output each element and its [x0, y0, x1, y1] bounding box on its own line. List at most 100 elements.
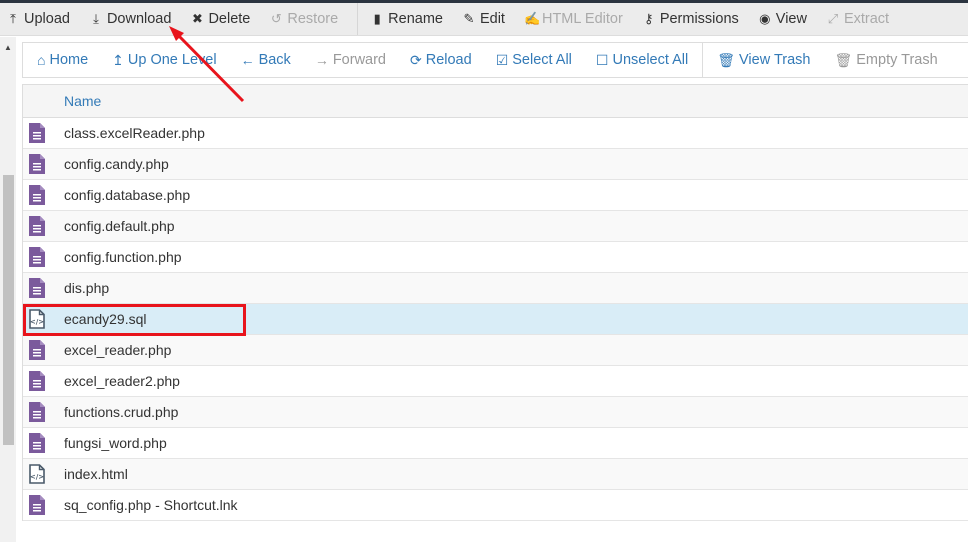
trash-icon: 🗑	[717, 51, 736, 68]
file-table: Name class.excelReader.php config.candy.p…	[22, 84, 968, 521]
toolbar-separator	[357, 3, 359, 35]
file-name[interactable]: config.candy.php	[64, 156, 169, 172]
column-header-label[interactable]: Name	[64, 93, 101, 109]
expand-icon: ⤢	[827, 11, 839, 26]
edit-button[interactable]: ✎ Edit	[456, 3, 518, 35]
file-icon: ▮	[373, 11, 381, 26]
file-name[interactable]: config.function.php	[64, 249, 182, 265]
view-button[interactable]: ◉ View	[752, 3, 820, 35]
file-row[interactable]: functions.crud.php	[23, 397, 968, 428]
arrow-right-icon: →	[314, 52, 329, 68]
file-row[interactable]: config.database.php	[23, 180, 968, 211]
unselect-all-button[interactable]: ☐ Unselect All	[596, 52, 688, 69]
button-label: Extract	[843, 11, 890, 27]
arrow-left-icon: ←	[240, 52, 255, 68]
up-one-level-button[interactable]: ↥ Up One Level	[112, 52, 216, 69]
checkbox-checked-icon: ☑	[495, 51, 509, 68]
navigation-bar: ⌂ Home ↥ Up One Level ← Back → Forward ⟳ Reload ☑ S…	[22, 42, 968, 78]
upload-icon: ⤒	[10, 11, 16, 26]
button-label: Edit	[479, 11, 505, 27]
button-label: Rename	[388, 11, 443, 27]
close-icon: ✖	[192, 11, 203, 26]
text-file-icon	[29, 123, 45, 143]
key-icon: ⚷	[644, 11, 654, 26]
button-label: Unselect All	[612, 52, 689, 68]
file-row[interactable]: class.excelReader.php	[23, 118, 968, 149]
button-label: Up One Level	[127, 52, 217, 68]
select-all-button[interactable]: ☑ Select All	[496, 52, 572, 69]
file-name[interactable]: class.excelReader.php	[64, 125, 205, 141]
text-file-icon	[29, 154, 45, 174]
permissions-button[interactable]: ⚷ Permissions	[636, 3, 752, 35]
button-label: Home	[49, 52, 89, 68]
checkbox-empty-icon: ☐	[595, 51, 609, 68]
edit-square-icon: ✍	[523, 11, 541, 26]
file-name[interactable]: dis.php	[64, 280, 109, 296]
delete-button[interactable]: ✖ Delete	[184, 3, 263, 35]
trash-icon: 🗑	[834, 51, 853, 68]
button-label: Reload	[425, 52, 472, 68]
text-file-icon	[29, 247, 45, 267]
file-row[interactable]: config.default.php	[23, 211, 968, 242]
pencil-icon: ✎	[463, 11, 475, 26]
file-row[interactable]: excel_reader2.php	[23, 366, 968, 397]
file-name[interactable]: excel_reader2.php	[64, 373, 180, 389]
file-toolbar: ⤒ Upload ⤓ Download ✖ Delete ↺ Restore ▮ Rename ✎ E…	[0, 3, 968, 36]
eye-icon: ◉	[759, 11, 771, 26]
file-row[interactable]: </> index.html	[23, 459, 968, 490]
file-name[interactable]: config.default.php	[64, 218, 175, 234]
view-trash-button[interactable]: 🗑 View Trash	[717, 52, 810, 69]
extract-button[interactable]: ⤢ Extract	[820, 3, 902, 35]
button-label: Forward	[332, 52, 386, 68]
code-file-icon: </>	[29, 464, 45, 484]
file-row[interactable]: dis.php	[23, 273, 968, 304]
home-button[interactable]: ⌂ Home	[37, 52, 88, 68]
text-file-icon	[29, 495, 45, 515]
left-scrollbar[interactable]: ▲	[0, 37, 16, 542]
nav-separator	[702, 43, 704, 77]
file-name[interactable]: index.html	[64, 466, 128, 482]
scroll-up-icon[interactable]: ▲	[4, 43, 12, 52]
file-row[interactable]: fungsi_word.php	[23, 428, 968, 459]
text-file-icon	[29, 278, 45, 298]
button-label: Empty Trash	[856, 52, 938, 68]
empty-trash-button[interactable]: 🗑 Empty Trash	[834, 52, 937, 69]
button-label: View Trash	[739, 52, 811, 68]
scrollbar-thumb[interactable]	[3, 175, 14, 445]
button-label: Restore	[287, 11, 339, 27]
undo-icon: ↺	[270, 11, 282, 26]
forward-button[interactable]: → Forward	[315, 52, 386, 68]
svg-text:</>: </>	[30, 473, 44, 481]
text-file-icon	[29, 340, 45, 360]
home-icon: ⌂	[37, 52, 46, 68]
file-name[interactable]: config.database.php	[64, 187, 190, 203]
file-name[interactable]: excel_reader.php	[64, 342, 171, 358]
file-row[interactable]: config.function.php	[23, 242, 968, 273]
button-label: Delete	[208, 11, 251, 27]
upload-button[interactable]: ⤒ Upload	[0, 3, 83, 35]
file-row[interactable]: config.candy.php	[23, 149, 968, 180]
file-name[interactable]: functions.crud.php	[64, 404, 178, 420]
annotation-highlight-box	[23, 304, 246, 336]
button-label: Permissions	[659, 11, 739, 27]
file-name[interactable]: fungsi_word.php	[64, 435, 167, 451]
restore-button[interactable]: ↺ Restore	[263, 3, 351, 35]
file-row[interactable]: excel_reader.php	[23, 335, 968, 366]
back-button[interactable]: ← Back	[241, 52, 291, 68]
button-label: HTML Editor	[541, 11, 623, 27]
text-file-icon	[29, 371, 45, 391]
button-label: Back	[258, 52, 291, 68]
button-label: Download	[106, 11, 172, 27]
reload-button[interactable]: ⟳ Reload	[410, 52, 472, 69]
download-icon: ⤓	[93, 11, 99, 26]
refresh-icon: ⟳	[410, 51, 422, 68]
text-file-icon	[29, 185, 45, 205]
file-row[interactable]: sq_config.php - Shortcut.lnk	[23, 490, 968, 521]
column-header-name[interactable]: Name	[23, 84, 968, 118]
html-editor-button[interactable]: ✍ HTML Editor	[518, 3, 636, 35]
rename-button[interactable]: ▮ Rename	[364, 3, 456, 35]
text-file-icon	[29, 402, 45, 422]
download-button[interactable]: ⤓ Download	[83, 3, 185, 35]
file-name[interactable]: sq_config.php - Shortcut.lnk	[64, 497, 238, 513]
level-up-icon: ↥	[112, 51, 124, 68]
